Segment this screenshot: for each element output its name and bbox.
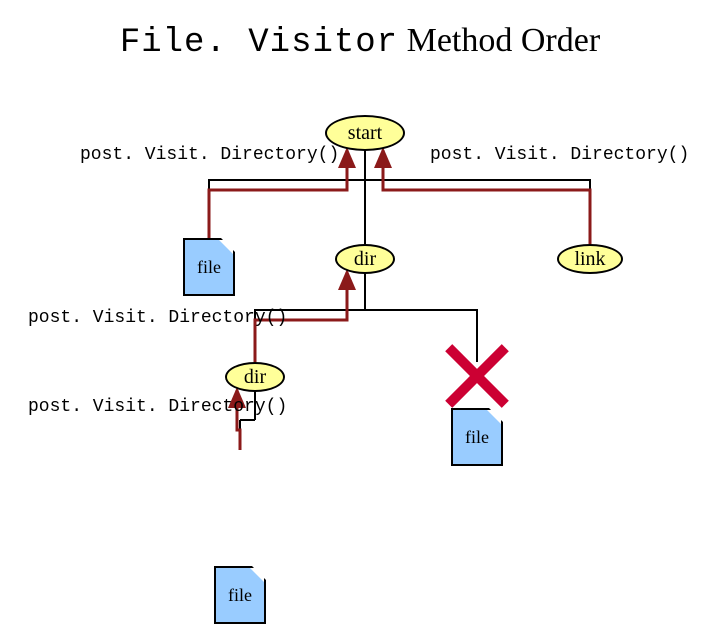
skipped-file-label: file	[465, 427, 489, 448]
cross-icon	[437, 336, 517, 416]
pvd-label-top-right: post. Visit. Directory()	[430, 145, 689, 165]
file1-label: file	[197, 257, 221, 278]
link-node: link	[557, 244, 623, 274]
dir1-label: dir	[354, 248, 376, 271]
file2-label: file	[228, 585, 252, 606]
page-title: File. Visitor Method Order	[0, 22, 720, 62]
title-rest: Method Order	[398, 22, 600, 59]
pvd-label-top-left: post. Visit. Directory()	[80, 145, 339, 165]
dir-node-2: dir	[225, 362, 285, 392]
pvd-label-mid: post. Visit. Directory()	[28, 308, 287, 328]
file-node-2: file	[214, 566, 266, 624]
file-node-skipped: file	[451, 408, 503, 466]
title-mono: File. Visitor	[120, 24, 398, 62]
start-label: start	[348, 122, 382, 145]
dir-node-1: dir	[335, 244, 395, 274]
file-node-1: file	[183, 238, 235, 296]
pvd-label-low: post. Visit. Directory()	[28, 397, 287, 417]
dir2-label: dir	[244, 366, 266, 389]
link1-label: link	[574, 248, 605, 271]
diagram-canvas: File. Visitor Method Order start f	[0, 0, 720, 540]
